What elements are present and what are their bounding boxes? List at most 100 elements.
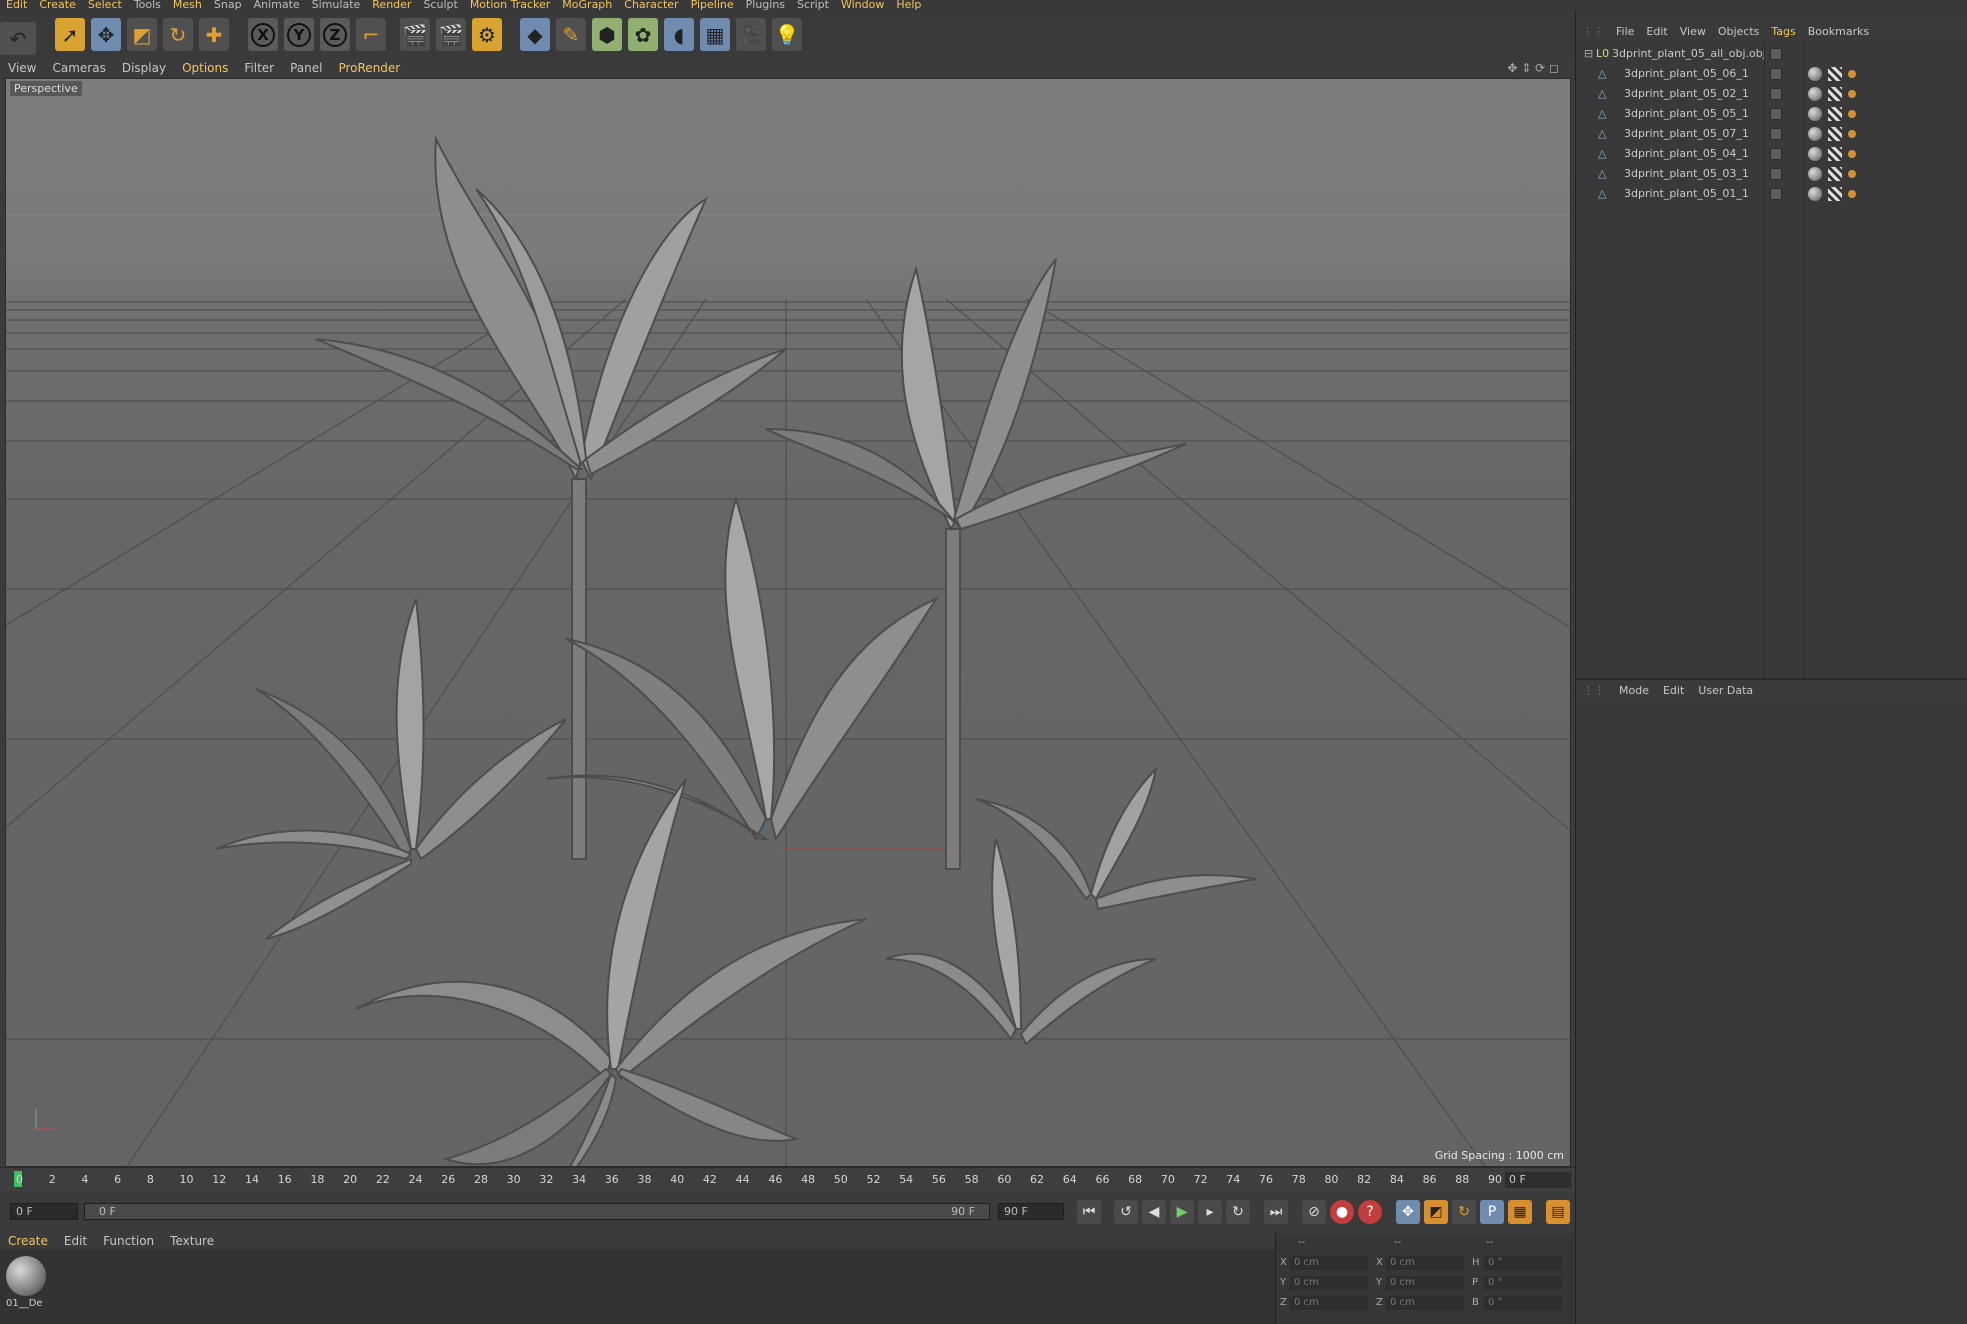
end-frame-field[interactable]: 90 F: [998, 1203, 1064, 1220]
z-axis-lock-button[interactable]: Z: [320, 18, 350, 51]
texture-tag-icon[interactable]: [1828, 167, 1842, 181]
menu-script[interactable]: Script: [791, 0, 835, 10]
menu-window[interactable]: Window: [835, 0, 890, 10]
mograph-cloner-icon[interactable]: ✿: [628, 18, 658, 51]
grip-icon[interactable]: ⋮⋮: [1576, 22, 1610, 42]
viewport-nav-icons[interactable]: ✥ ⇕ ⟳ ◻: [1499, 58, 1567, 78]
coord-rotation-b-field[interactable]: 0 °: [1484, 1296, 1562, 1310]
keyframe-selection-icon[interactable]: ?: [1358, 1200, 1382, 1224]
object-row[interactable]: △ 3dprint_plant_05_03_1: [1576, 164, 1967, 184]
object-row-root[interactable]: ⊟ L0 3dprint_plant_05_all_obj.obj: [1576, 44, 1967, 64]
menu-character[interactable]: Character: [618, 0, 684, 10]
texture-tag-icon[interactable]: [1828, 127, 1842, 141]
coord-position-x-field[interactable]: 0 cm: [1290, 1256, 1368, 1270]
visibility-toggle[interactable]: [1770, 88, 1782, 100]
object-row[interactable]: △ 3dprint_plant_05_07_1: [1576, 124, 1967, 144]
attr-menu-mode[interactable]: Mode: [1612, 680, 1656, 702]
material-tag-icon[interactable]: [1808, 147, 1822, 161]
y-axis-lock-button[interactable]: Y: [284, 18, 314, 51]
material-tag-icon[interactable]: [1808, 127, 1822, 141]
coord-size-x-field[interactable]: 0 cm: [1386, 1256, 1464, 1270]
render-settings-icon[interactable]: ⚙: [472, 18, 502, 51]
cube-icon[interactable]: ◆: [520, 18, 550, 51]
deformer-icon[interactable]: ◖: [664, 18, 694, 51]
viewport-menu-cameras[interactable]: Cameras: [44, 58, 113, 78]
render-view-icon[interactable]: 🎬: [400, 18, 430, 51]
object-name[interactable]: 3dprint_plant_05_all_obj.obj: [1612, 44, 1766, 64]
autokey-icon[interactable]: ●: [1330, 1200, 1354, 1224]
object-name[interactable]: 3dprint_plant_05_07_1: [1624, 124, 1749, 144]
visibility-toggle[interactable]: [1770, 48, 1782, 60]
x-axis-lock-button[interactable]: X: [248, 18, 278, 51]
timeline-ruler[interactable]: 0 2 4 6 8 10 12 14 16 18 20 22 24 26 28 30 32 34 36 38 40 42 4…: [0, 1167, 1575, 1191]
key-point-level-icon[interactable]: ▦: [1508, 1200, 1532, 1224]
coord-rotation-h-field[interactable]: 0 °: [1484, 1256, 1562, 1270]
next-frame-icon[interactable]: ▸: [1198, 1200, 1222, 1224]
recent-tool-icon[interactable]: ✚: [199, 18, 229, 51]
key-rotation-icon[interactable]: ↻: [1452, 1200, 1476, 1224]
scale-icon[interactable]: ◩: [127, 18, 157, 51]
object-row[interactable]: △ 3dprint_plant_05_02_1: [1576, 84, 1967, 104]
floor-icon[interactable]: ▦: [700, 18, 730, 51]
key-position-icon[interactable]: ✥: [1396, 1200, 1420, 1224]
menu-create[interactable]: Create: [33, 0, 82, 10]
play-icon[interactable]: ▶: [1170, 1200, 1194, 1224]
phong-tag-icon[interactable]: [1848, 110, 1856, 118]
light-icon[interactable]: 💡: [772, 18, 802, 51]
menu-mesh[interactable]: Mesh: [167, 0, 208, 10]
go-to-end-icon[interactable]: ⏭: [1264, 1200, 1288, 1224]
expand-icon[interactable]: ⊟: [1584, 44, 1593, 64]
material-menu-function[interactable]: Function: [95, 1233, 162, 1250]
material-tag-icon[interactable]: [1808, 187, 1822, 201]
material-name-label[interactable]: 01__De: [6, 1298, 43, 1309]
previous-key-icon[interactable]: ↺: [1114, 1200, 1138, 1224]
menu-mograph[interactable]: MoGraph: [556, 0, 618, 10]
undo-icon[interactable]: ↶: [0, 22, 36, 55]
material-tag-icon[interactable]: [1808, 87, 1822, 101]
viewport-menu-view[interactable]: View: [0, 58, 44, 78]
material-tag-icon[interactable]: [1808, 167, 1822, 181]
coord-position-y-field[interactable]: 0 cm: [1290, 1276, 1368, 1290]
texture-tag-icon[interactable]: [1828, 87, 1842, 101]
rotate-icon[interactable]: ↻: [163, 18, 193, 51]
attr-menu-edit[interactable]: Edit: [1656, 680, 1691, 702]
coordinate-system-icon[interactable]: ⌐: [356, 18, 386, 51]
go-to-start-icon[interactable]: ⏮: [1077, 1200, 1101, 1224]
visibility-toggle[interactable]: [1770, 68, 1782, 80]
om-menu-tags[interactable]: Tags: [1765, 22, 1801, 42]
object-row[interactable]: △ 3dprint_plant_05_01_1: [1576, 184, 1967, 204]
viewport-3d[interactable]: Perspective Grid Spacing : 1000 cm: [5, 78, 1571, 1167]
render-to-picture-viewer-icon[interactable]: 🎬: [436, 18, 466, 51]
menu-simulate[interactable]: Simulate: [306, 0, 367, 10]
pen-icon[interactable]: ✎: [556, 18, 586, 51]
material-tag-icon[interactable]: [1808, 67, 1822, 81]
viewport-menu-panel[interactable]: Panel: [282, 58, 330, 78]
material-menu-edit[interactable]: Edit: [56, 1233, 95, 1250]
material-tag-icon[interactable]: [1808, 107, 1822, 121]
visibility-toggle[interactable]: [1770, 128, 1782, 140]
attr-menu-user-data[interactable]: User Data: [1691, 680, 1760, 702]
texture-tag-icon[interactable]: [1828, 147, 1842, 161]
next-key-icon[interactable]: ↻: [1226, 1200, 1250, 1224]
object-row[interactable]: △ 3dprint_plant_05_06_1: [1576, 64, 1967, 84]
menu-select[interactable]: Select: [82, 0, 128, 10]
material-menu-texture[interactable]: Texture: [162, 1233, 222, 1250]
object-name[interactable]: 3dprint_plant_05_01_1: [1624, 184, 1749, 204]
object-name[interactable]: 3dprint_plant_05_05_1: [1624, 104, 1749, 124]
viewport-menu-filter[interactable]: Filter: [236, 58, 282, 78]
current-frame-field[interactable]: 0 F: [1505, 1172, 1571, 1188]
texture-tag-icon[interactable]: [1828, 107, 1842, 121]
object-name[interactable]: 3dprint_plant_05_03_1: [1624, 164, 1749, 184]
texture-tag-icon[interactable]: [1828, 67, 1842, 81]
visibility-toggle[interactable]: [1770, 188, 1782, 200]
viewport-camera-label[interactable]: Perspective: [10, 81, 82, 96]
menu-snap[interactable]: Snap: [208, 0, 248, 10]
object-row[interactable]: △ 3dprint_plant_05_05_1: [1576, 104, 1967, 124]
om-menu-edit[interactable]: Edit: [1640, 22, 1673, 42]
previous-frame-icon[interactable]: ◀: [1142, 1200, 1166, 1224]
visibility-toggle[interactable]: [1770, 168, 1782, 180]
menu-tools[interactable]: Tools: [128, 0, 167, 10]
phong-tag-icon[interactable]: [1848, 170, 1856, 178]
record-keyframe-icon[interactable]: ⊘: [1302, 1200, 1326, 1224]
subdivision-icon[interactable]: ⬢: [592, 18, 622, 51]
